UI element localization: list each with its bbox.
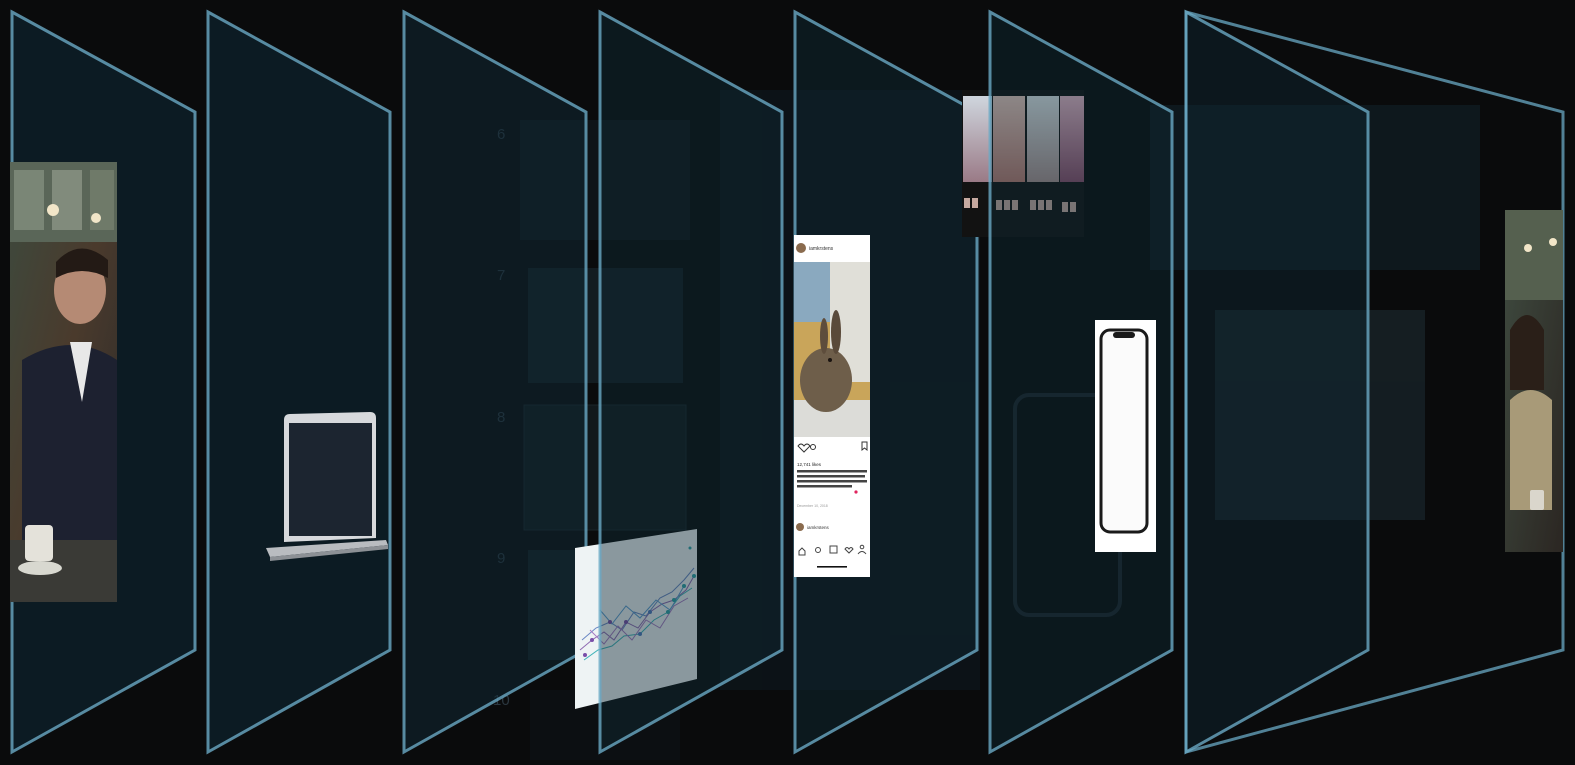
avatar [796, 243, 806, 253]
comment-username: iamkrstens [807, 525, 830, 530]
layer-4 [598, 9, 784, 755]
post-username: iamkrstens [809, 246, 834, 252]
bunny-photo [794, 262, 870, 437]
post-date: December 10, 2018 [797, 504, 828, 508]
layer-stack-svg: 6 7 8 9 10 [10, 9, 1565, 760]
layer-1 [10, 9, 197, 755]
instagram-post-screen: iamkrstens 12,741 likes December 10, 201… [794, 235, 870, 577]
post-likes: 12,741 likes [797, 462, 822, 467]
layer-2 [206, 9, 392, 755]
layer-3 [402, 9, 588, 755]
layer-7 [1184, 9, 1370, 755]
cafe-photo-right [1505, 210, 1563, 552]
layer-stack-scene: 6 7 8 9 10 [0, 0, 1575, 765]
phone-mockup [1095, 320, 1156, 552]
cafe-photo-left [10, 162, 117, 602]
